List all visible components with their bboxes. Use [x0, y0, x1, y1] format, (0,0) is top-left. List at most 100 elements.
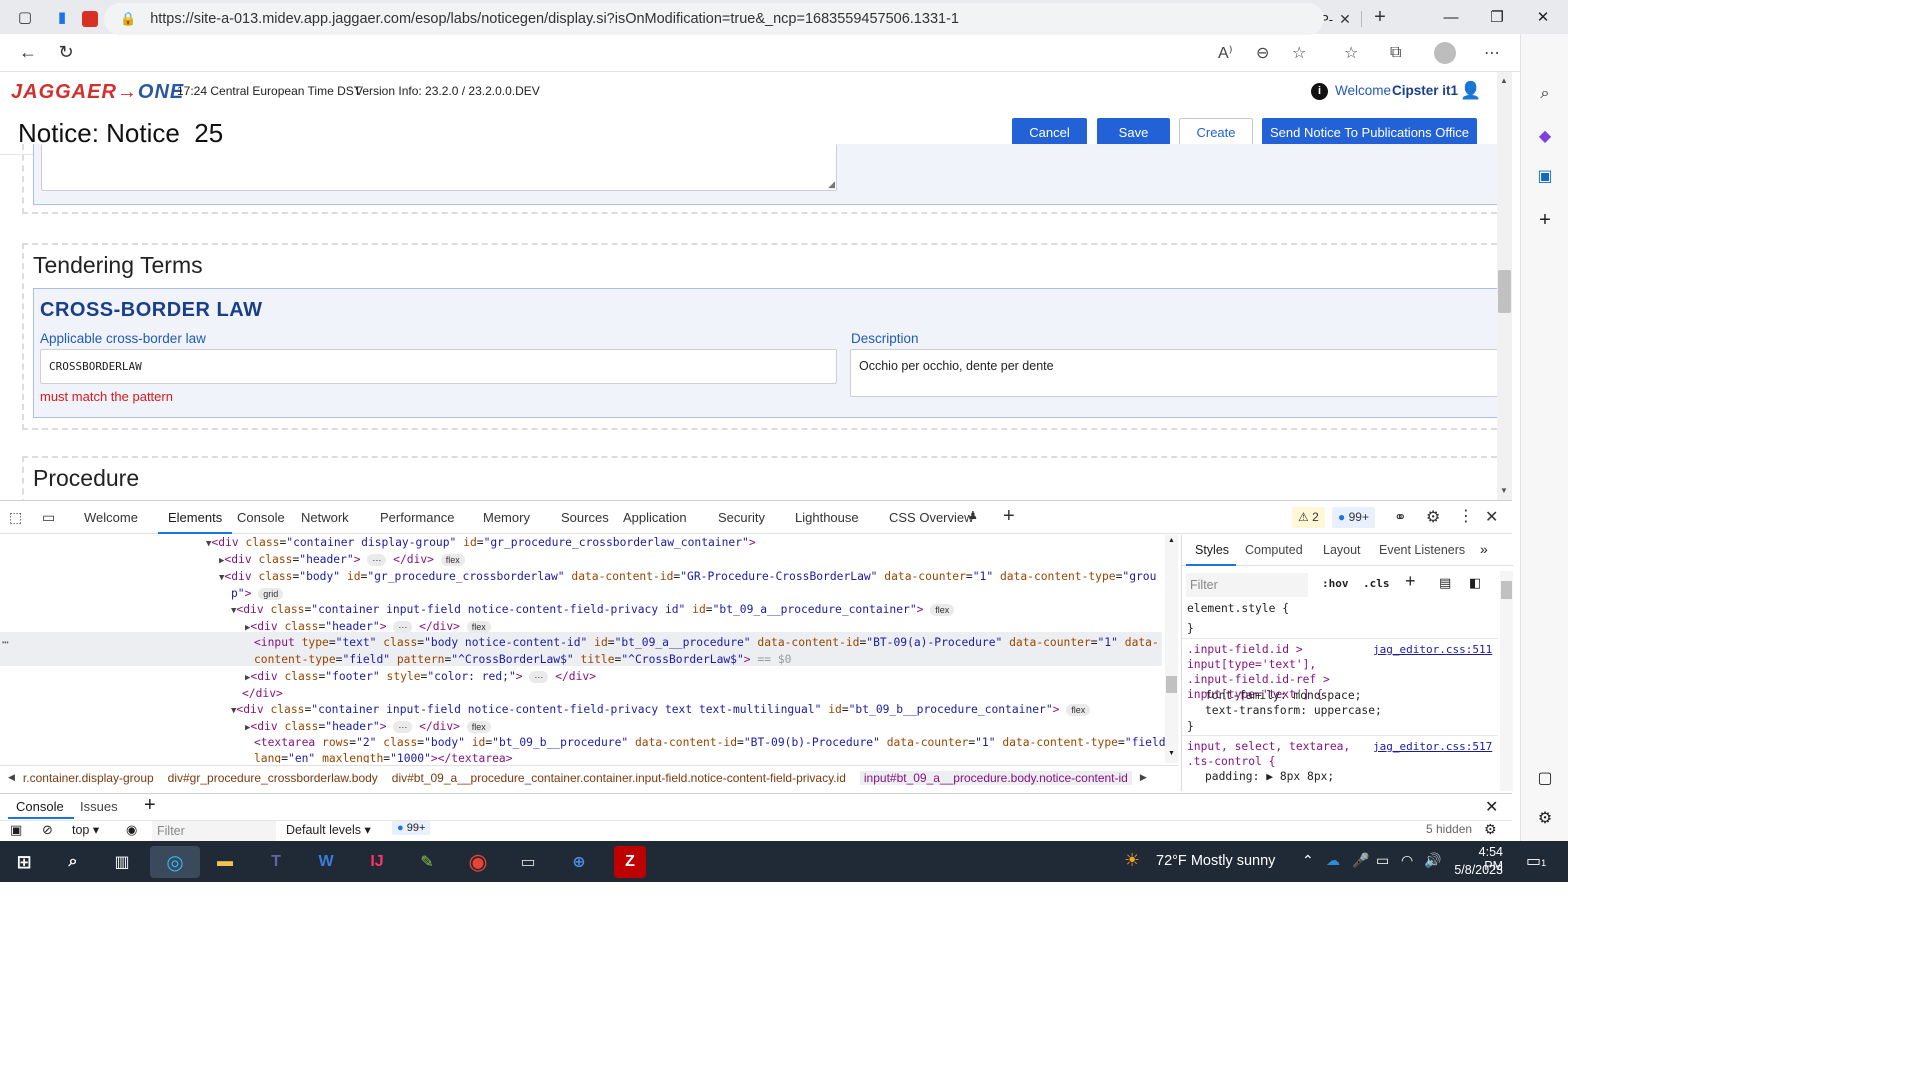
- settings-more-icon[interactable]: ⋯: [1484, 40, 1500, 66]
- send-notice-button[interactable]: Send Notice To Publications Office: [1262, 118, 1477, 147]
- add-favorite-icon[interactable]: ☆: [1292, 40, 1306, 66]
- webex-icon[interactable]: W: [310, 846, 342, 878]
- show-hidden-icons-icon[interactable]: ⌃: [1302, 852, 1314, 869]
- clear-console-icon[interactable]: ⊘: [42, 822, 53, 838]
- breadcrumb-item[interactable]: r.container.display-group: [23, 771, 154, 785]
- log-levels-select[interactable]: Default levels ▾: [286, 822, 371, 837]
- breadcrumb-right-icon[interactable]: ▶: [1140, 772, 1147, 783]
- dom-node[interactable]: ▶<div class="header"> ⋯ </div> flex: [219, 551, 465, 568]
- more-tabs-icon[interactable]: +: [1003, 505, 1015, 528]
- breadcrumb-item-selected[interactable]: input#bt_09_a__procedure.body.notice-con…: [859, 770, 1132, 785]
- rule2-prop[interactable]: padding: ▶ 8px 8px;: [1205, 769, 1334, 784]
- jaggaer-logo[interactable]: JAGGAER→ONE: [11, 81, 184, 104]
- styles-tab-event-listeners[interactable]: Event Listeners: [1379, 543, 1465, 557]
- clock-date[interactable]: 5/8/2023: [1452, 863, 1503, 877]
- devtools-tab-console[interactable]: Console: [237, 510, 285, 525]
- new-style-rule-icon[interactable]: +: [1405, 571, 1416, 592]
- styles-scrollbar[interactable]: [1500, 571, 1513, 791]
- start-button[interactable]: ⊞: [8, 846, 40, 878]
- shopping-icon[interactable]: ◆: [1533, 124, 1557, 148]
- devtools-tab-security[interactable]: Security: [718, 510, 765, 525]
- more-panes-icon[interactable]: »: [1480, 541, 1488, 557]
- live-expression-icon[interactable]: ◉: [126, 822, 137, 838]
- elements-scrollbar[interactable]: ▲ ▼: [1165, 535, 1178, 763]
- collections-icon[interactable]: ⧉: [1390, 40, 1401, 66]
- network-conditions-icon[interactable]: ⚭: [1394, 508, 1407, 526]
- console-issues-badge[interactable]: ● 99+: [392, 821, 431, 835]
- inspect-element-icon[interactable]: ⬚: [9, 509, 22, 526]
- user-name[interactable]: Cipster it1: [1392, 83, 1458, 98]
- favorites-icon[interactable]: ☆: [1344, 40, 1358, 66]
- dom-node[interactable]: ▼<div class="body" id="gr_procedure_cros…: [219, 568, 1156, 585]
- search-icon[interactable]: ⌕: [57, 846, 89, 878]
- drawer-tab-console[interactable]: Console: [16, 799, 64, 814]
- lock-icon[interactable]: 🔒: [120, 11, 136, 27]
- dom-node[interactable]: ▼<div class="container input-field notic…: [231, 701, 1091, 718]
- previous-textarea[interactable]: ◢: [41, 144, 837, 191]
- task-view-icon[interactable]: ▥: [106, 846, 138, 878]
- rule1-source-link[interactable]: jag_editor.css:511: [1373, 642, 1492, 657]
- devtools-tab-elements[interactable]: Elements: [157, 510, 233, 534]
- drawer-tab-issues[interactable]: Issues: [80, 799, 118, 814]
- info-icon[interactable]: i: [1311, 83, 1328, 100]
- wifi-icon[interactable]: ◠: [1401, 852, 1413, 869]
- tab-actions-icon[interactable]: ▢: [0, 0, 50, 34]
- console-settings-icon[interactable]: ⚙: [1484, 821, 1497, 838]
- dom-node[interactable]: ▼<div class="container input-field notic…: [231, 601, 955, 618]
- back-icon[interactable]: ←: [9, 34, 47, 72]
- search-icon[interactable]: ⌕: [1533, 82, 1557, 106]
- element-style-rule[interactable]: element.style {: [1187, 601, 1289, 616]
- styles-tab-styles[interactable]: Styles: [1195, 543, 1229, 557]
- resize-handle-icon[interactable]: ◢: [828, 179, 835, 190]
- breadcrumb-left-icon[interactable]: ◀: [8, 772, 15, 783]
- devtools-tab-sources[interactable]: Sources: [561, 510, 609, 525]
- sidebar-settings-icon[interactable]: ⚙: [1533, 806, 1557, 830]
- device-toolbar-icon[interactable]: ▭: [42, 509, 55, 526]
- devtools-tab-lighthouse[interactable]: Lighthouse: [795, 510, 859, 525]
- warnings-badge[interactable]: ⚠ 2: [1292, 507, 1325, 528]
- url-field[interactable]: 🔒 https://site-a-013.midev.app.jaggaer.c…: [104, 3, 1324, 35]
- outlook-icon[interactable]: ▣: [1533, 164, 1557, 188]
- workspaces-icon[interactable]: ▮: [50, 0, 74, 34]
- devtools-settings-icon[interactable]: ⚙: [1426, 507, 1440, 527]
- dom-node[interactable]: ▶<div class="footer" style="color: red;"…: [245, 668, 596, 685]
- page-scroll-thumb[interactable]: [1498, 270, 1511, 313]
- selected-dom-node[interactable]: <input type="text" class="body notice-co…: [254, 634, 1159, 651]
- devtools-tab-css-overview[interactable]: CSS Overview: [889, 510, 974, 525]
- messages-badge[interactable]: ● 99+: [1332, 507, 1375, 528]
- chrome-icon[interactable]: ◉: [462, 846, 494, 878]
- weather-text[interactable]: 72°F Mostly sunny: [1156, 853, 1275, 869]
- console-sidebar-icon[interactable]: ▣: [10, 822, 22, 838]
- maximize-icon[interactable]: ❐: [1474, 0, 1520, 34]
- edge-taskbar-icon[interactable]: ◎: [150, 846, 200, 878]
- intellij-icon[interactable]: IJ: [361, 846, 393, 878]
- sidebar-toggle-icon[interactable]: ▢: [1533, 766, 1557, 790]
- filezilla-icon[interactable]: Z: [614, 846, 646, 878]
- hov-toggle[interactable]: :hov: [1322, 577, 1349, 590]
- devtools-tab-network[interactable]: Network: [301, 510, 349, 525]
- onedrive-icon[interactable]: ☁: [1326, 852, 1340, 869]
- element-state-icon[interactable]: ▤: [1439, 575, 1451, 591]
- weather-icon[interactable]: ☀: [1124, 850, 1140, 871]
- terminal-icon[interactable]: ▭: [512, 846, 544, 878]
- create-button[interactable]: Create: [1179, 118, 1253, 147]
- close-drawer-icon[interactable]: ✕: [1485, 797, 1498, 817]
- volume-icon[interactable]: 🔊: [1424, 852, 1441, 869]
- user-icon[interactable]: 👤: [1460, 81, 1481, 101]
- cancel-button[interactable]: Cancel: [1012, 118, 1087, 147]
- applicable-law-input[interactable]: CROSSBORDERLAW: [40, 349, 837, 384]
- rule2-selector[interactable]: input, select, textarea, .ts-control {: [1187, 739, 1367, 769]
- network-tool-icon[interactable]: ⊕: [563, 846, 595, 878]
- save-button[interactable]: Save: [1097, 118, 1170, 147]
- elements-tree[interactable]: ▼<div class="container display-group" id…: [0, 535, 1165, 763]
- breadcrumb-item[interactable]: div#gr_procedure_crossborderlaw.body: [168, 771, 378, 785]
- rule1-prop[interactable]: text-transform: uppercase;: [1205, 703, 1382, 718]
- dom-node[interactable]: ▶<div class="header"> ⋯ </div> flex: [245, 718, 491, 735]
- notepadpp-icon[interactable]: ✎: [411, 846, 443, 878]
- styles-filter-input[interactable]: Filter: [1186, 573, 1308, 597]
- add-sidebar-app-icon[interactable]: +: [1533, 208, 1557, 232]
- console-filter-input[interactable]: Filter: [152, 821, 276, 841]
- node-actions-icon[interactable]: ⋯: [2, 634, 9, 651]
- breadcrumb-item[interactable]: div#bt_09_a__procedure_container.contain…: [392, 771, 846, 785]
- dom-node[interactable]: <textarea rows="2" class="body" id="bt_0…: [254, 734, 1165, 751]
